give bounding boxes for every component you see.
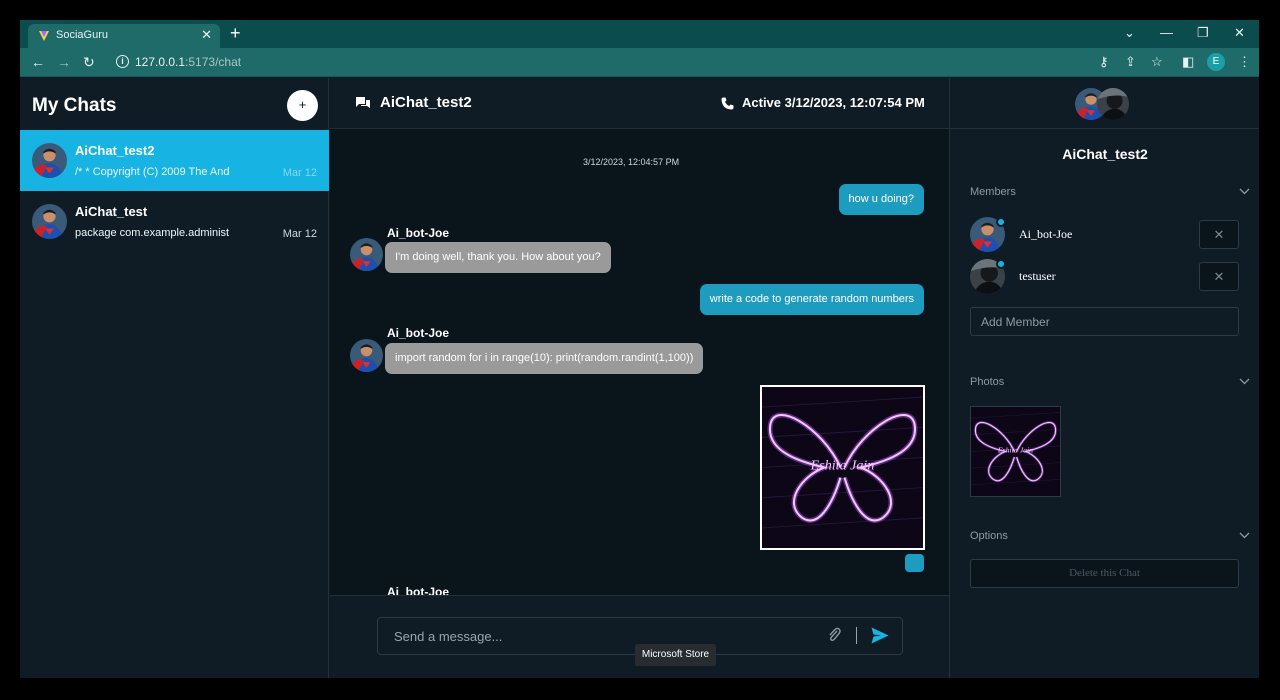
back-button[interactable]: ←: [31, 54, 45, 70]
chat-panel: AiChat_test2 Active 3/12/2023, 12:07:54 …: [330, 78, 949, 678]
url-path: :5173/chat: [185, 55, 242, 69]
bot-avatar: [350, 339, 383, 372]
incoming-message: I'm doing well, thank you. How about you…: [385, 242, 611, 273]
add-chat-button[interactable]: +: [287, 90, 318, 121]
member-row: Ai_bot-Joe ✕: [970, 217, 1240, 255]
message-sender: Ai_bot-Joe: [387, 326, 450, 340]
svg-text:Eshita Jain: Eshita Jain: [997, 446, 1033, 455]
incoming-message: import random for i in range(10): print(…: [385, 343, 704, 374]
chat-preview: package com.example.administ: [75, 227, 230, 239]
taskbar-tooltip: Microsoft Store: [635, 644, 716, 666]
member-name: testuser: [1019, 269, 1056, 283]
new-tab-button[interactable]: +: [230, 23, 241, 44]
butterfly-neon-image: Eshita Jain: [762, 387, 923, 548]
chat-date: Mar 12: [282, 228, 317, 240]
tab-title: SociaGuru: [56, 29, 108, 41]
url-host: 127.0.0.1: [135, 55, 186, 69]
share-icon[interactable]: ⇪: [1125, 54, 1136, 70]
bookmark-star-icon[interactable]: ☆: [1151, 54, 1163, 70]
composer-divider: [856, 627, 857, 644]
side-panel-icon[interactable]: ◧: [1182, 54, 1194, 70]
active-status: Active 3/12/2023, 12:07:54 PM: [742, 95, 925, 110]
chat-list-item[interactable]: AiChat_test2 /* * Copyright (C) 2009 The…: [20, 130, 329, 191]
photos-section-label: Photos: [970, 376, 1005, 388]
browser-toolbar: ← → ↻ i 127.0.0.1:5173/chat ⚷ ⇪ ☆ ◧ E ⋮: [20, 48, 1259, 77]
chat-details-panel: AiChat_test2 Members Ai_bot-Joe ✕ testus…: [949, 78, 1259, 678]
chat-avatar: [32, 143, 67, 178]
svg-text:Eshita Jain: Eshita Jain: [810, 458, 875, 474]
password-key-icon[interactable]: ⚷: [1099, 54, 1109, 70]
chevron-down-icon[interactable]: [1239, 378, 1250, 385]
details-header: [950, 78, 1259, 129]
butterfly-neon-thumbnail: Eshita Jain: [971, 407, 1060, 496]
delete-chat-button[interactable]: Delete this Chat: [970, 559, 1239, 588]
image-message[interactable]: Eshita Jain: [760, 385, 925, 550]
site-info-icon[interactable]: i: [116, 55, 129, 68]
chats-sidebar: My Chats + AiChat_test2 /* * Copyright (…: [20, 78, 329, 678]
options-section-label: Options: [970, 530, 1008, 542]
outgoing-message: write a code to generate random numbers: [699, 284, 924, 315]
member-row: testuser ✕: [970, 259, 1240, 297]
sidebar-title: My Chats: [32, 95, 117, 116]
close-window-button[interactable]: ✕: [1234, 25, 1245, 41]
tab-strip: SociaGuru ✕ + ⌄ — ❐ ✕: [20, 20, 1259, 48]
forward-button[interactable]: →: [57, 54, 71, 70]
message-sender: Ai_bot-Joe: [387, 226, 450, 240]
remove-member-button[interactable]: ✕: [1199, 220, 1239, 249]
restore-button[interactable]: ❐: [1197, 25, 1209, 41]
chat-date: Mar 12: [282, 167, 317, 179]
messages-area[interactable]: 3/12/2023, 12:04:57 PM how u doing? Ai_b…: [330, 129, 949, 595]
member-avatar: [1097, 88, 1129, 120]
browser-menu-icon[interactable]: ⋮: [1238, 54, 1251, 70]
chat-avatar: [32, 204, 67, 239]
message-sender: Ai_bot-Joe: [387, 585, 450, 595]
outgoing-message: how u doing?: [838, 184, 924, 215]
chat-bubbles-icon: [356, 97, 370, 108]
group-avatar: [1075, 88, 1131, 120]
online-status-dot: [996, 217, 1006, 227]
chat-name: AiChat_test: [75, 204, 148, 219]
chat-list-item[interactable]: AiChat_test package com.example.administ…: [20, 191, 329, 252]
photo-thumbnail[interactable]: Eshita Jain: [970, 406, 1061, 497]
address-bar[interactable]: 127.0.0.1:5173/chat: [135, 55, 241, 69]
bot-avatar: [350, 238, 383, 271]
message-timestamp: 3/12/2023, 12:04:57 PM: [583, 157, 680, 167]
tab-close-icon[interactable]: ✕: [201, 27, 212, 43]
phone-icon[interactable]: [721, 97, 734, 110]
member-name: Ai_bot-Joe: [1019, 227, 1073, 241]
add-member-input[interactable]: [970, 307, 1239, 336]
online-status-dot: [996, 259, 1006, 269]
browser-window: SociaGuru ✕ + ⌄ — ❐ ✕ ← → ↻ i 127.0.0.1:…: [20, 20, 1259, 678]
tab-search-icon[interactable]: ⌄: [1124, 25, 1135, 41]
chat-name: AiChat_test2: [75, 143, 155, 158]
chat-preview: /* * Copyright (C) 2009 The And: [75, 166, 230, 178]
chat-app: My Chats + AiChat_test2 /* * Copyright (…: [20, 78, 1259, 678]
send-icon[interactable]: [871, 627, 889, 644]
chat-title: AiChat_test2: [380, 94, 472, 111]
outgoing-message-small: [905, 554, 924, 572]
reload-button[interactable]: ↻: [83, 54, 95, 71]
minimize-button[interactable]: —: [1160, 25, 1173, 40]
members-section-label: Members: [970, 186, 1016, 198]
remove-member-button[interactable]: ✕: [1199, 262, 1239, 291]
chevron-down-icon[interactable]: [1239, 188, 1250, 195]
chevron-down-icon[interactable]: [1239, 532, 1250, 539]
composer: Microsoft Store: [330, 595, 949, 678]
attachment-icon[interactable]: [827, 627, 841, 643]
sociaguru-favicon-icon: [39, 31, 49, 41]
browser-tab[interactable]: SociaGuru ✕: [28, 24, 220, 48]
chat-header: AiChat_test2 Active 3/12/2023, 12:07:54 …: [330, 78, 949, 129]
details-title: AiChat_test2: [1062, 146, 1148, 162]
profile-avatar[interactable]: E: [1207, 53, 1225, 71]
